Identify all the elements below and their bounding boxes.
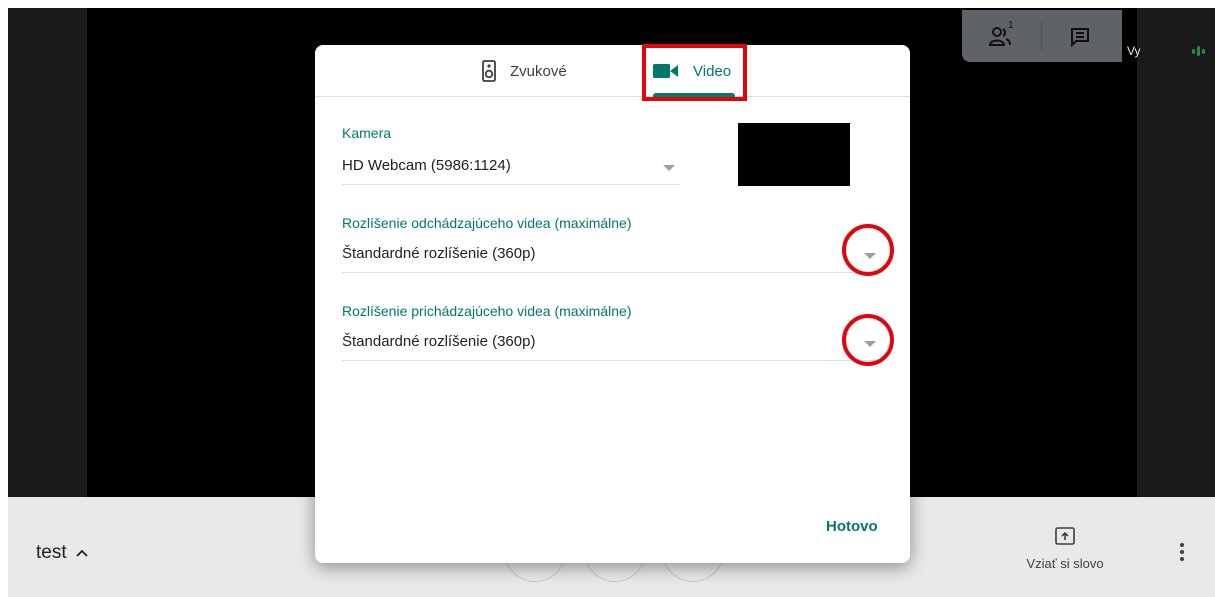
top-right-panel: 1 <box>962 10 1122 62</box>
camera-select[interactable]: HD Webcam (5986:1124) <box>342 151 680 185</box>
more-options-icon[interactable] <box>1172 540 1192 564</box>
video-tab-highlight <box>642 44 747 101</box>
outgoing-resolution-label: Rozlíšenie odchádzajúceho videa (maximál… <box>342 215 632 231</box>
incoming-resolution-select[interactable]: Štandardné rozlíšenie (360p) <box>342 327 883 361</box>
chat-icon <box>1071 28 1089 48</box>
incoming-dropdown-highlight <box>842 314 894 366</box>
meeting-name: test <box>36 542 67 563</box>
chat-button[interactable] <box>1067 24 1093 50</box>
tab-audio[interactable]: Zvukové <box>482 45 567 97</box>
done-button[interactable]: Hotovo <box>820 514 884 539</box>
camera-value: HD Webcam (5986:1124) <box>342 157 511 174</box>
participant-count: 1 <box>1008 20 1014 31</box>
incoming-resolution-value: Štandardné rozlíšenie (360p) <box>342 333 536 350</box>
panel-divider <box>1041 22 1042 50</box>
meet-screen: 1 Vy test Vziať si slovo Zvukové Video K… <box>0 0 1215 597</box>
speaker-icon <box>482 60 496 82</box>
meeting-details-button[interactable]: test <box>36 542 89 564</box>
incoming-resolution-label: Rozlíšenie prichádzajúceho videa (maximá… <box>342 303 632 319</box>
outgoing-dropdown-highlight <box>842 224 894 276</box>
present-now-label: Vziať si slovo <box>1026 556 1104 571</box>
chevron-up-icon <box>75 549 88 557</box>
chevron-down-icon <box>663 165 675 171</box>
settings-dialog: Zvukové Video Kamera HD Webcam (5986:112… <box>315 45 910 563</box>
present-now-button[interactable]: Vziať si slovo <box>1020 527 1110 571</box>
camera-preview <box>738 123 850 186</box>
self-tile-label: Vy <box>1127 44 1141 58</box>
present-screen-icon <box>1055 527 1075 545</box>
audio-level-icon <box>1192 46 1205 56</box>
people-button[interactable]: 1 <box>988 20 1014 50</box>
outgoing-resolution-select[interactable]: Štandardné rozlíšenie (360p) <box>342 239 883 273</box>
outgoing-resolution-value: Štandardné rozlíšenie (360p) <box>342 245 536 262</box>
camera-label: Kamera <box>342 125 392 141</box>
settings-tabs: Zvukové Video <box>315 45 910 97</box>
tab-audio-label: Zvukové <box>510 62 567 80</box>
